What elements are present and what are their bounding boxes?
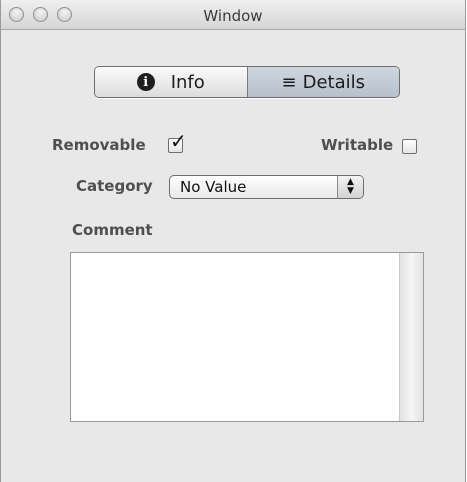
- comment-scrollbar[interactable]: [399, 253, 423, 421]
- window-title: Window: [203, 7, 263, 25]
- writable-checkbox[interactable]: [402, 139, 417, 154]
- popup-arrows-icon: ▲ ▼: [337, 176, 363, 198]
- view-segmented-control[interactable]: i Info ≡ Details: [94, 66, 400, 98]
- writable-label: Writable: [321, 136, 394, 154]
- comment-text-area[interactable]: [70, 252, 424, 422]
- category-label: Category: [76, 177, 153, 195]
- info-circle-icon: i: [136, 73, 155, 91]
- comment-label: Comment: [72, 221, 153, 239]
- window: Window i Info ≡ Details Removable ✓ Writ…: [0, 0, 466, 482]
- details-segment[interactable]: ≡ Details: [247, 67, 399, 97]
- info-segment[interactable]: i Info: [95, 67, 248, 97]
- details-segment-label: Details: [302, 71, 365, 93]
- removable-checkbox[interactable]: ✓: [168, 131, 187, 153]
- list-icon: ≡: [281, 71, 297, 93]
- removable-label: Removable: [52, 136, 146, 154]
- category-popup-button[interactable]: No Value ▲ ▼: [169, 175, 364, 199]
- checkmark-icon: ✓: [170, 129, 187, 153]
- category-selected-value: No Value: [180, 178, 247, 196]
- title-bar[interactable]: Window: [1, 0, 465, 30]
- info-segment-label: Info: [170, 71, 205, 93]
